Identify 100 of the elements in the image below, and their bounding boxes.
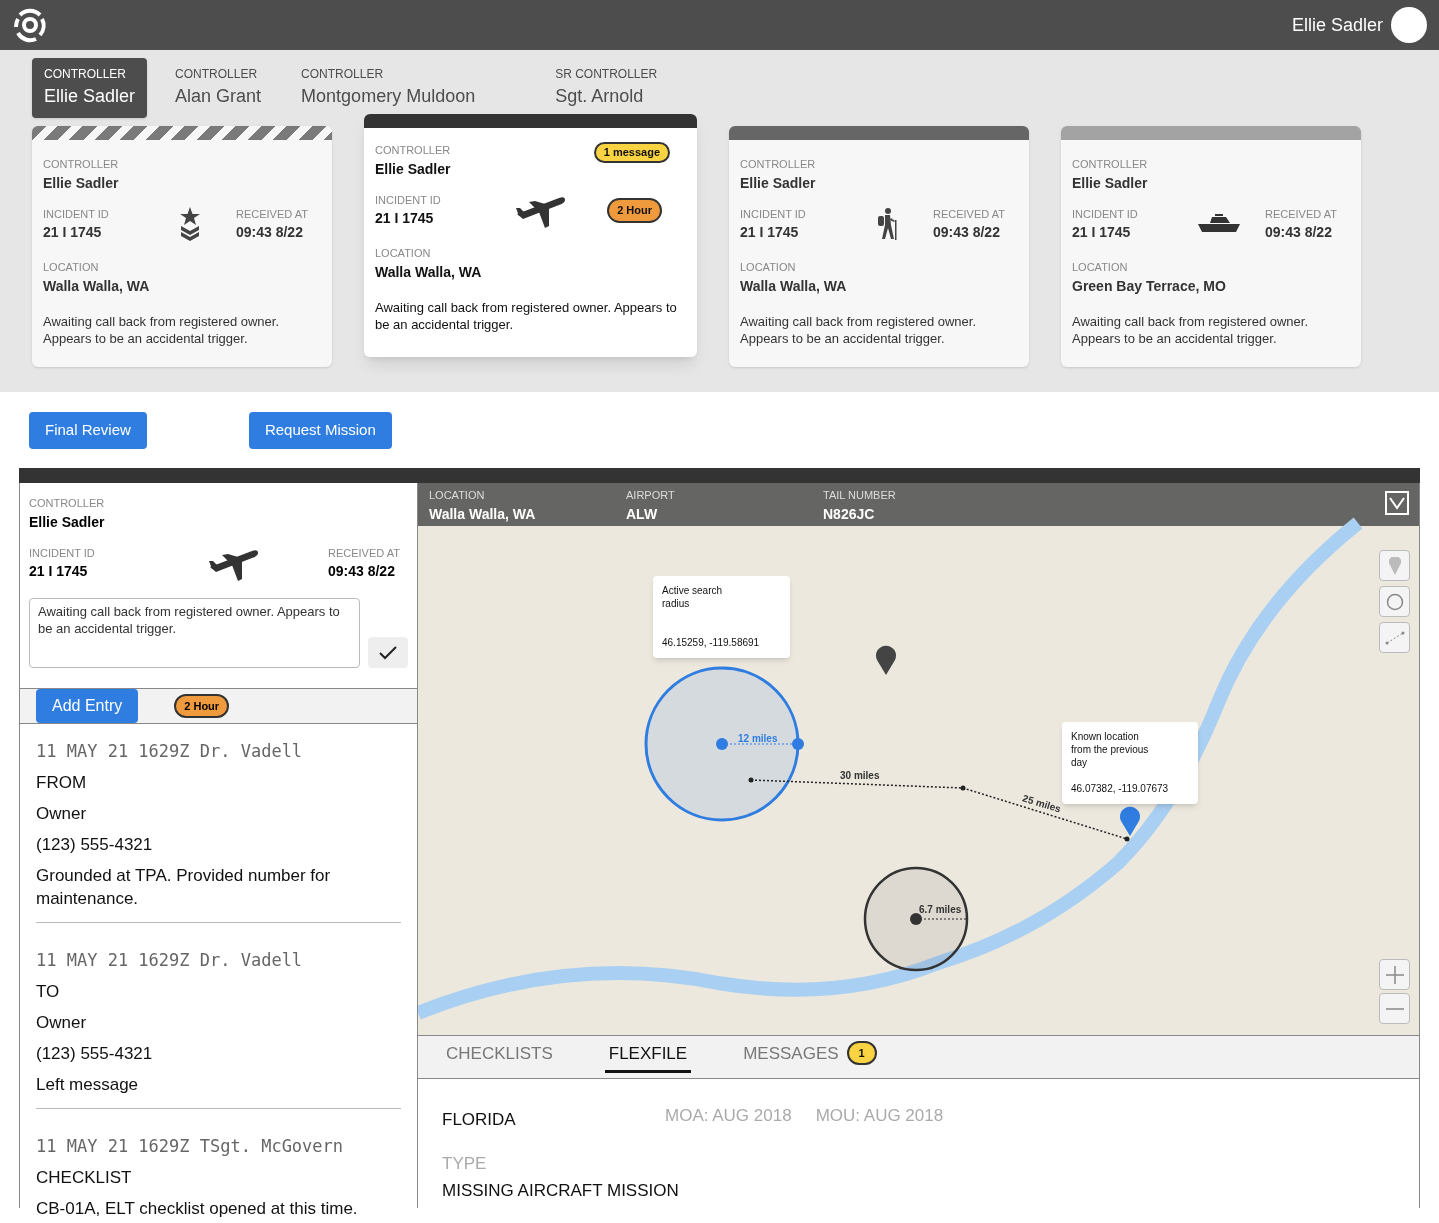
distance-label: 12 miles — [738, 732, 778, 746]
controller-tab[interactable]: CONTROLLER Alan Grant — [163, 58, 274, 118]
circle-tool-button[interactable] — [1379, 586, 1410, 617]
moa-date: MOA: AUG 2018 — [665, 1105, 792, 1127]
user-name: Ellie Sadler — [1291, 13, 1383, 37]
field-label: CONTROLLER — [43, 157, 119, 172]
log-line: Grounded at TPA. Provided number for maintenance. — [36, 865, 332, 910]
popup-coordinates: 46.15259, -119.58691 — [662, 636, 761, 650]
log-header: 11 MAY 21 1629Z Dr. Vadell — [36, 949, 304, 972]
action-button[interactable]: Final Review — [29, 411, 147, 449]
log-header: 11 MAY 21 1629Z TSgt. McGovern — [36, 1135, 345, 1158]
popup-title: Active search radius — [662, 584, 724, 610]
field-value: N826JC — [823, 504, 876, 524]
received-time: 09:43 8/22 — [328, 562, 396, 581]
mission-type: MISSING AIRCRAFT MISSION — [442, 1180, 680, 1202]
incident-note: Awaiting call back from registered owner. Appears to be an accidental trigger. — [375, 298, 678, 333]
hiker-icon — [875, 208, 898, 241]
log-header: 11 MAY 21 1629Z Dr. Vadell — [36, 740, 304, 763]
log-line: TO — [36, 981, 61, 1003]
incident-id: 21 I 1745 — [375, 209, 435, 228]
circle-icon — [1385, 592, 1404, 611]
zoom-out-button[interactable] — [1379, 993, 1410, 1024]
pin-icon — [1388, 556, 1401, 575]
file-tab[interactable]: CHECKLISTS — [442, 1040, 557, 1073]
action-button[interactable]: Request Mission — [248, 411, 392, 449]
field-label: LOCATION — [43, 260, 100, 275]
count-badge: 1 — [846, 1041, 877, 1066]
incident-card[interactable]: CONTROLLER Ellie Sadler INCIDENT ID 21 I 1745 RECEIVED AT 09:43 8/22 LOCATION Walla Walla, WA Awaiting call back from registered owner. Appears to be an accidental trigger. — [32, 126, 332, 367]
logo-icon — [12, 7, 48, 43]
incident-id: 21 I 1745 — [29, 562, 89, 581]
incident-note: Awaiting call back from registered owner. Appears to be an accidental trigger. — [740, 312, 978, 347]
map-pin[interactable] — [876, 645, 896, 675]
incident-note: Awaiting call back from registered owner. Appears to be an accidental trigger. — [1072, 312, 1310, 347]
field-label: LOCATION — [740, 260, 797, 275]
field-label: INCIDENT ID — [375, 192, 442, 208]
plus-icon — [1384, 964, 1405, 985]
location-name: Green Bay Terrace, MO — [1072, 276, 1227, 296]
field-label: RECEIVED AT — [1265, 206, 1338, 222]
received-time: 09:43 8/22 — [1265, 223, 1333, 242]
controller-name: Ellie Sadler — [375, 159, 451, 179]
field-value: ALW — [626, 504, 659, 524]
log-line: Left message — [36, 1074, 140, 1096]
received-time: 09:43 8/22 — [236, 223, 304, 242]
incident-card[interactable]: CONTROLLER Ellie Sadler 1 message INCIDENT ID 21 I 1745 2 Hour LOCATION Walla Walla, WA Awaiting call back from registered owner. Appears to be an accidental trigger. — [364, 114, 697, 357]
popup-coordinates: 46.07382, -119.07673 — [1071, 782, 1170, 796]
field-label: AIRPORT — [626, 488, 676, 503]
log-line: FROM — [36, 772, 88, 794]
note-field[interactable]: Awaiting call back from registered owner. Appears to be an accidental trigger. — [29, 598, 361, 668]
controller-name: Ellie Sadler — [29, 512, 106, 532]
field-label: INCIDENT ID — [43, 206, 110, 222]
collapse-button[interactable] — [1385, 491, 1409, 515]
distance-label: 25 miles — [1020, 791, 1063, 817]
mou-date: MOU: AUG 2018 — [815, 1105, 944, 1127]
incident-id: 21 I 1745 — [43, 223, 103, 242]
incident-card[interactable]: CONTROLLER Ellie Sadler INCIDENT ID 21 I 1745 RECEIVED AT 09:43 8/22 LOCATION Green Bay Terrace, MO Awaiting call back from registered owner. Appears to be an accidental trigger. — [1061, 126, 1361, 367]
field-label: INCIDENT ID — [29, 545, 96, 561]
incident-card[interactable]: CONTROLLER Ellie Sadler INCIDENT ID 21 I 1745 RECEIVED AT 09:43 8/22 LOCATION Walla Walla, WA Awaiting call back from registered owner. Appears to be an accidental trigger. — [729, 126, 1029, 367]
controller-name: Ellie Sadler — [740, 173, 816, 193]
popup-title: Known location from the previous day — [1071, 730, 1150, 769]
incident-note: Awaiting call back from registered owner. Appears to be an accidental trigger. — [43, 312, 281, 347]
time-badge: 2 Hour — [607, 198, 662, 223]
field-label: TAIL NUMBER — [823, 488, 897, 503]
field-label: INCIDENT ID — [1072, 206, 1139, 222]
controller-tab[interactable]: CONTROLLER Ellie Sadler — [32, 58, 148, 118]
controller-name: Ellie Sadler — [1072, 173, 1148, 193]
field-label: INCIDENT ID — [740, 206, 807, 222]
file-tab[interactable]: MESSAGES 1 — [739, 1040, 881, 1073]
minus-icon — [1384, 1007, 1405, 1010]
state-name: FLORIDA — [442, 1109, 517, 1131]
map[interactable]: LOCATION Walla Walla, WA AIRPORT ALW TAIL NUMBER N826JC Active search radius 46.15259, -119.58691 Known location from the previous day 46.07382, -119.07673 12 miles 30 miles 25 miles 6.7 miles — [418, 483, 1419, 1035]
pin-tool-button[interactable] — [1379, 550, 1410, 581]
field-label: CONTROLLER — [1072, 157, 1148, 172]
field-value: Walla Walla, WA — [429, 504, 537, 524]
confirm-button[interactable] — [368, 637, 408, 668]
field-label: RECEIVED AT — [933, 206, 1006, 222]
boat-icon — [1197, 214, 1240, 235]
avatar — [1391, 7, 1427, 43]
message-badge: 1 message — [593, 142, 670, 163]
map-pin[interactable] — [1120, 806, 1140, 836]
location-name: Walla Walla, WA — [43, 276, 151, 296]
field-label: LOCATION — [429, 488, 486, 503]
field-label: LOCATION — [1072, 260, 1129, 275]
checkmark-icon — [379, 645, 398, 660]
measure-tool-button[interactable] — [1379, 622, 1410, 653]
time-badge: 2 Hour — [174, 693, 230, 719]
file-tab[interactable]: FLEXFILE — [604, 1040, 692, 1073]
field-label: CONTROLLER — [740, 157, 816, 172]
dotted-line-icon — [1384, 630, 1405, 645]
distance-label: 6.7 miles — [919, 903, 962, 917]
add-entry-button[interactable]: Add Entry — [36, 689, 139, 723]
log-line: (123) 555-4321 — [36, 834, 154, 856]
distance-label: 30 miles — [840, 769, 880, 783]
field-label: LOCATION — [375, 246, 432, 261]
received-time: 09:43 8/22 — [933, 223, 1001, 242]
zoom-in-button[interactable] — [1379, 959, 1410, 990]
location-name: Walla Walla, WA — [740, 276, 848, 296]
controller-name: Ellie Sadler — [43, 173, 119, 193]
location-name: Walla Walla, WA — [375, 262, 483, 282]
field-label: TYPE — [442, 1152, 488, 1175]
field-label: RECEIVED AT — [328, 545, 401, 561]
